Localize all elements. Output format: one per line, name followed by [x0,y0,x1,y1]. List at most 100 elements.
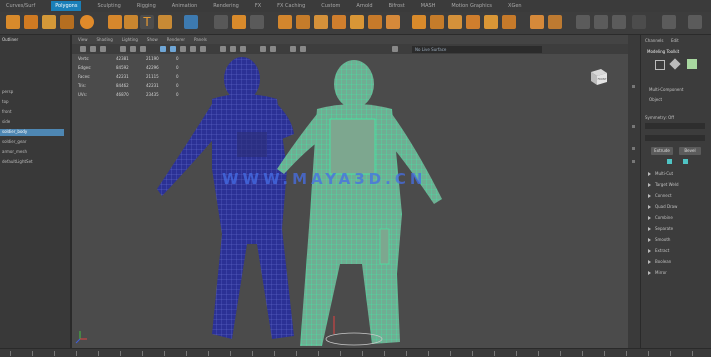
viewport-panel[interactable]: View Shading Lighting Show Renderer Panels No… [72,35,634,348]
quad-draw-icon[interactable] [430,15,444,29]
shelf-tab[interactable]: Polygons [51,1,82,11]
extrude-button[interactable]: Extrude [651,147,673,155]
shelf-tab[interactable]: XGen [508,1,522,11]
brush-icon[interactable] [594,15,608,29]
outliner-item[interactable]: top [2,99,9,104]
exposure-icon[interactable] [290,46,296,52]
toolkit-section[interactable]: Quad Draw [655,204,677,209]
green-soldier-mesh[interactable] [277,60,442,346]
textured-icon[interactable] [180,46,186,52]
shadows-icon[interactable] [200,46,206,52]
xray-icon[interactable] [270,46,276,52]
shelf-tab[interactable]: Sculpting [97,1,120,11]
toolkit-section[interactable]: Separate [655,226,673,231]
outliner-item[interactable]: front [2,109,12,114]
ambient-occlusion-icon[interactable] [220,46,226,52]
expand-arrow-icon[interactable] [648,216,651,220]
cv-curve-icon[interactable] [158,15,172,29]
shelf-settings-icon[interactable] [688,15,702,29]
viewport-menu-item[interactable]: Renderer [167,35,185,44]
depth-of-field-icon[interactable] [240,46,246,52]
fill-hole-icon[interactable] [350,15,364,29]
collapse-icon[interactable] [632,85,635,88]
shelf-tab[interactable]: Bifrost [389,1,405,11]
toolkit-section[interactable]: Combine [655,215,673,220]
outliner-item[interactable]: defaultLightSet [2,159,33,164]
rotate-tool-icon[interactable] [108,15,122,29]
shelf-tab[interactable]: Custom [321,1,340,11]
connect-icon[interactable] [466,15,480,29]
outliner-item[interactable]: soldier_body [2,129,27,134]
expand-arrow-icon[interactable] [648,205,651,209]
shelf-tab[interactable]: FX Caching [277,1,305,11]
falloff-field[interactable] [645,135,705,141]
lasso-tool-icon[interactable] [24,15,38,29]
toolkit-section[interactable]: Smooth [655,237,670,242]
object-mode-icon[interactable] [655,60,665,70]
snap-point-icon[interactable] [250,15,264,29]
expand-arrow-icon[interactable] [648,172,651,176]
snap-curve-icon[interactable] [214,15,228,29]
soft-select-field[interactable] [645,123,705,129]
wireframe-icon[interactable] [160,46,166,52]
outliner-item[interactable]: soldier_gear [2,139,27,144]
combine-icon[interactable] [368,15,382,29]
shelf-tab[interactable]: Rigging [137,1,156,11]
multi-component-icon[interactable] [687,59,697,69]
torus-icon[interactable] [232,15,246,29]
collapse-icon[interactable] [632,125,635,128]
uv-editor-icon[interactable] [530,15,544,29]
collapse-icon[interactable] [632,147,635,150]
target-weld-icon[interactable] [448,15,462,29]
option-multi-component[interactable]: Multi-Component [649,87,683,92]
multi-cut-icon[interactable] [412,15,426,29]
color-management-icon[interactable] [392,46,398,52]
shelf-tab[interactable]: Curves/Surf [6,1,35,11]
mirror-icon[interactable] [484,15,498,29]
shelf-tab[interactable]: Rendering [213,1,239,11]
extrude-icon[interactable] [278,15,292,29]
shelf-menu-icon[interactable] [662,15,676,29]
resolution-gate-icon[interactable] [140,46,146,52]
tab-edit[interactable]: Edit [671,38,679,43]
lights-icon[interactable] [190,46,196,52]
expand-arrow-icon[interactable] [648,238,651,242]
bevel-button[interactable]: Bevel [679,147,701,155]
option-object[interactable]: Object [649,97,662,102]
anti-aliasing-icon[interactable] [230,46,236,52]
grid-toggle-icon[interactable] [120,46,126,52]
toolkit-section[interactable]: Boolean [655,259,671,264]
viewcube[interactable]: FRONT [587,65,609,87]
left-arrow-icon[interactable] [667,159,672,164]
live-surface-field[interactable]: No Live Surface [412,46,542,53]
expand-arrow-icon[interactable] [648,249,651,253]
grid-icon[interactable] [184,15,198,29]
expand-arrow-icon[interactable] [648,271,651,275]
viewport-menu-item[interactable]: Show [147,35,158,44]
collapse-icon[interactable] [632,160,635,163]
outliner-item[interactable]: armor_mesh [2,149,27,154]
blue-soldier-mesh[interactable] [157,57,294,339]
shelf-tab[interactable]: Arnold [356,1,372,11]
shelf-tab[interactable]: Motion Graphics [451,1,492,11]
toolkit-section[interactable]: Multi-Cut [655,171,673,176]
sculpt-icon[interactable] [612,15,626,29]
move-tool-icon[interactable] [60,15,74,29]
separate-icon[interactable] [386,15,400,29]
bookmark-icon[interactable] [90,46,96,52]
shelf-tab[interactable]: MASH [421,1,436,11]
camera-icon[interactable] [80,46,86,52]
scale-tool-icon[interactable] [124,15,138,29]
text-tool-icon[interactable]: T [140,15,154,29]
append-icon[interactable] [332,15,346,29]
shelf-tab[interactable]: Animation [172,1,198,11]
outliner-item[interactable]: side [2,119,10,124]
viewport-menu-item[interactable]: View [78,35,88,44]
sphere-icon[interactable] [80,15,94,29]
outliner-item[interactable]: persp [2,89,13,94]
pencil-icon[interactable] [576,15,590,29]
smooth-shade-icon[interactable] [170,46,176,52]
bridge-icon[interactable] [314,15,328,29]
select-tool-icon[interactable] [6,15,20,29]
expand-arrow-icon[interactable] [648,194,651,198]
